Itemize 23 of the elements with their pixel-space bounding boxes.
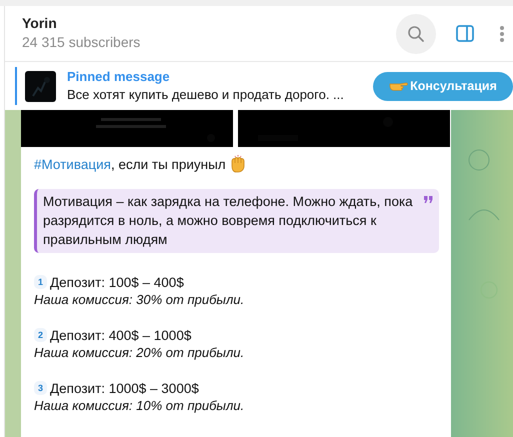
consultation-button[interactable]: Консультация <box>373 72 513 100</box>
pinned-message-text[interactable]: Все хотят купить дешево и продать дорого. ... <box>67 87 367 103</box>
commission-note: Наша комиссия: 30% от прибыли. <box>34 291 246 309</box>
subscriber-count: 24 315 subscribers <box>22 34 142 50</box>
deposit-range: Депозит: 400$ – 1000$ <box>50 328 192 342</box>
quote-text: Мотивация – как зарядка на телефоне. Можно ждать, пока разрядится в ноль, а можно вовремя подключиться к правильным людям <box>43 193 414 249</box>
sidebar-toggle-icon[interactable] <box>456 25 474 42</box>
deposit-range: Депозит: 100$ – 400$ <box>50 274 184 290</box>
caption-text: , если ты приуныл <box>110 156 226 172</box>
number-badge: 2 <box>34 328 48 342</box>
commission-note: Наша комиссия: 20% от прибыли. <box>34 344 246 362</box>
commission-note: Наша комиссия: 10% от прибыли. <box>34 397 246 415</box>
deposit-range: Депозит: 1000$ – 3000$ <box>50 380 199 396</box>
search-icon <box>407 24 425 42</box>
number-badge: 3 <box>34 381 48 395</box>
pinned-title[interactable]: Pinned message <box>67 69 367 84</box>
channel-name: Yorin <box>22 15 58 31</box>
fist-icon <box>230 155 247 173</box>
number-badge: 1 <box>34 275 48 289</box>
more-menu-icon[interactable] <box>499 24 505 42</box>
search-button[interactable] <box>396 14 436 54</box>
quote-icon <box>424 196 433 203</box>
hashtag-link[interactable]: #Мотивация <box>34 156 111 172</box>
